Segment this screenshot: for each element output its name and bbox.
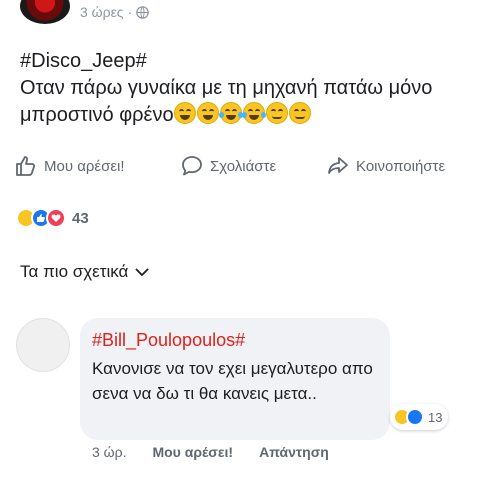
grinning-face-icon	[196, 102, 219, 124]
post-hashtag[interactable]: #Disco_Jeep#	[20, 48, 470, 75]
comment-label: Σχολιάστε	[210, 157, 277, 175]
comment-time[interactable]: 3 ώρ.	[92, 444, 126, 460]
share-button[interactable]: Κοινοποιήστε	[326, 154, 445, 178]
tears-of-joy-icon	[218, 102, 243, 124]
comment-reply-link[interactable]: Απάντηση	[259, 444, 329, 460]
like-label: Μου αρέσει!	[44, 157, 125, 175]
chevron-down-icon	[135, 268, 149, 277]
globe-icon	[136, 5, 150, 19]
reactions-summary[interactable]: 43	[16, 208, 89, 228]
like-reaction-icon	[406, 408, 424, 426]
reaction-count: 43	[72, 209, 89, 227]
share-arrow-icon	[328, 157, 348, 174]
thumbs-up-icon	[16, 156, 36, 176]
comment-bubble: #Bill_Poulopoulos# Κανονισε να τον εχει …	[80, 318, 390, 440]
comment-text: Κανονισε να τον εχει μεγαλυτερο απο σενα…	[92, 359, 373, 403]
tears-of-joy-icon	[241, 102, 266, 124]
post-text: #Disco_Jeep# Οταν πάρω γυναίκα με τη μηχ…	[20, 48, 470, 129]
comment-button[interactable]: Σχολιάστε	[180, 154, 276, 178]
comment-footer: 3 ώρ. Μου αρέσει! Απάντηση	[92, 444, 329, 460]
sort-label: Τα πιο σχετικά	[20, 262, 129, 281]
like-button[interactable]: Μου αρέσει!	[14, 154, 125, 178]
comment-reaction-count: 13	[428, 409, 443, 425]
share-label: Κοινοποιήστε	[356, 157, 446, 175]
post-meta: 3 ώρες ·	[80, 4, 150, 20]
post-header: 3 ώρες ·	[0, 0, 479, 30]
commenter-avatar[interactable]	[16, 318, 70, 372]
smiling-face-icon	[288, 102, 311, 124]
comment-author[interactable]: #Bill_Poulopoulos#	[92, 328, 378, 352]
grinning-face-icon	[173, 102, 196, 124]
page-avatar[interactable]	[20, 0, 70, 24]
comment-like-link[interactable]: Μου αρέσει!	[152, 444, 233, 460]
post-emojis	[173, 102, 311, 124]
love-reaction-icon	[46, 208, 66, 228]
comment-bubble-icon	[182, 156, 202, 176]
comment-sort-dropdown[interactable]: Τα πιο σχετικά	[20, 262, 150, 282]
post-actions: Μου αρέσει! Σχολιάστε Κοινοποιήστε	[0, 150, 479, 180]
post-time[interactable]: 3 ώρες	[80, 4, 124, 20]
comment-reactions[interactable]: 13	[390, 404, 449, 430]
smiling-face-icon	[265, 102, 288, 124]
meta-separator: ·	[127, 4, 133, 20]
